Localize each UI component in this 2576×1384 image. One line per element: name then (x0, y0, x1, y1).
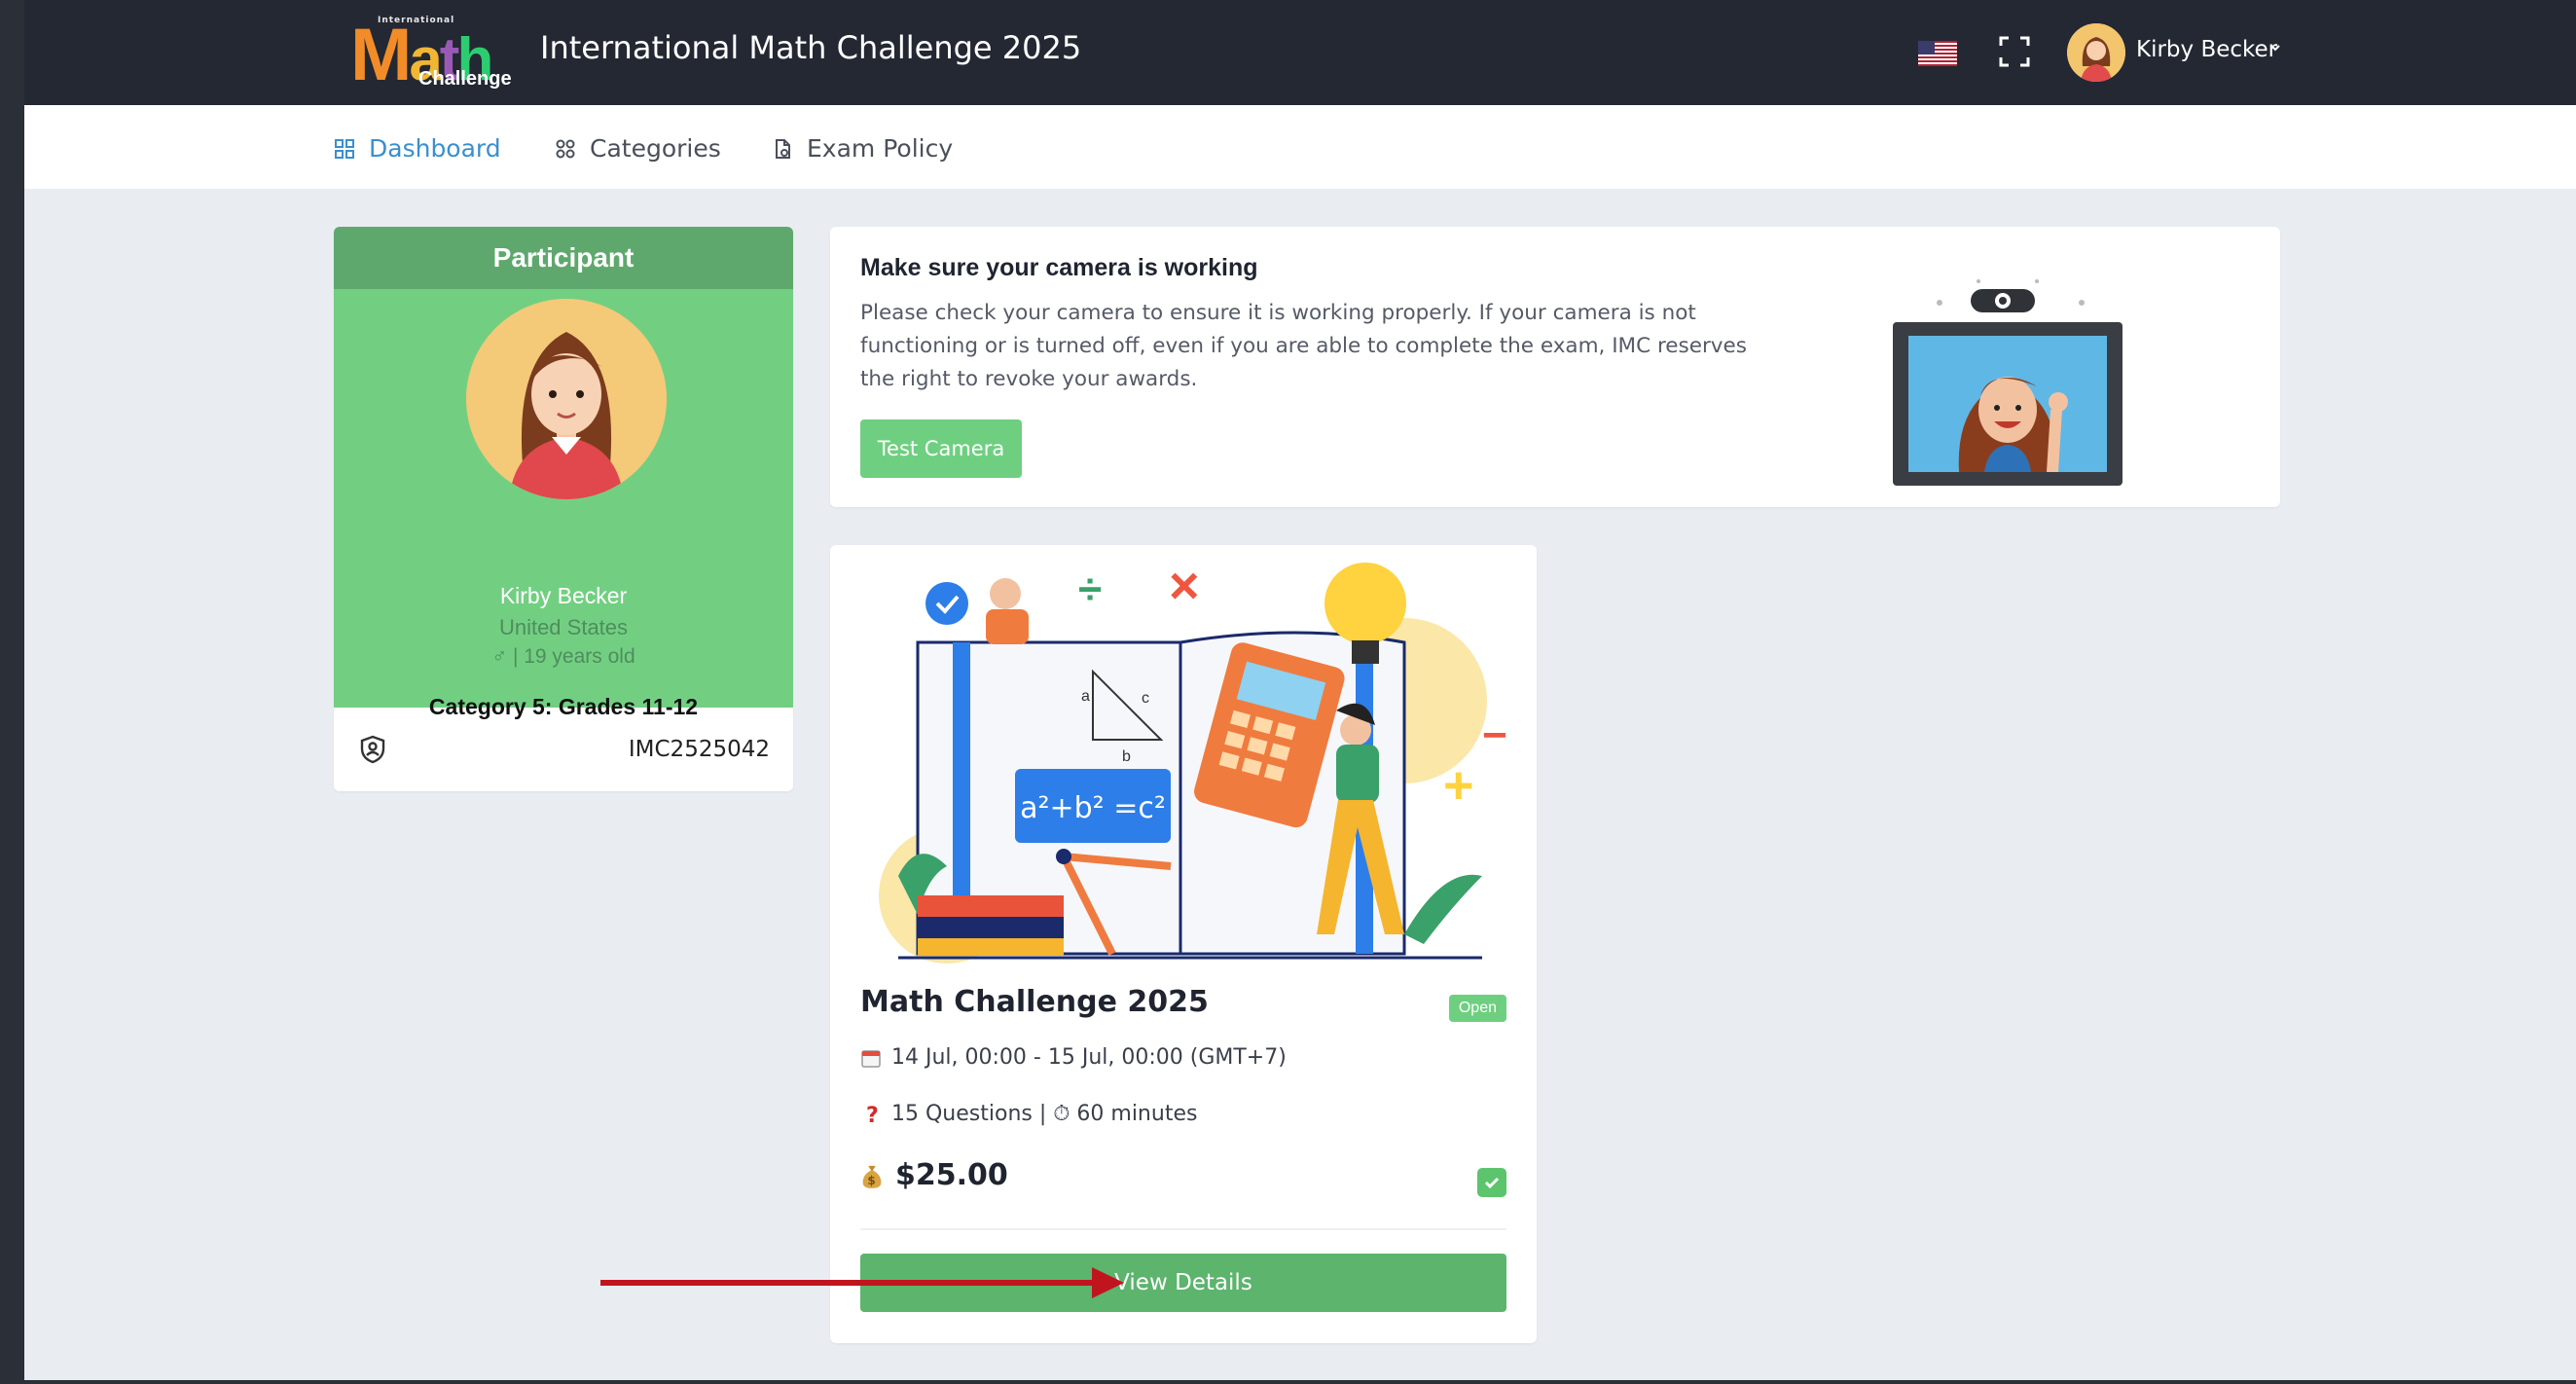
shield-user-icon (360, 735, 385, 764)
participant-footer: IMC2525042 (334, 708, 793, 791)
label-b: b (1122, 748, 1131, 765)
webcam-illustration (1893, 279, 2122, 486)
exam-details: ? 15 Questions | ⏱ 60 minutes (860, 1102, 1197, 1126)
annotation-arrow (600, 1267, 1124, 1298)
participant-meta: ♂ | 19 years old (491, 645, 635, 668)
status-badge: Open (1448, 995, 1506, 1022)
plus-symbol: + (1443, 756, 1474, 815)
camera-notice-title: Make sure your camera is working (860, 254, 1258, 281)
us-flag-icon[interactable] (1918, 41, 1957, 66)
money-bag-icon: $ (862, 1165, 882, 1188)
participant-heading: Participant (334, 227, 793, 289)
tab-categories[interactable]: Categories (555, 134, 721, 163)
minus-symbol: − (1482, 711, 1507, 759)
exam-price-value: $25.00 (895, 1158, 1008, 1192)
tab-dashboard[interactable]: Dashboard (334, 134, 501, 163)
fullscreen-icon[interactable] (1998, 35, 2031, 68)
exam-schedule-text: 14 Jul, 00:00 - 15 Jul, 00:00 (GMT+7) (891, 1045, 1287, 1070)
tab-exam-policy[interactable]: Exam Policy (772, 134, 953, 163)
top-bar: International Math Challenge Internation… (24, 0, 2576, 105)
app-title: International Math Challenge 2025 (540, 29, 1082, 66)
exam-schedule: 14 Jul, 00:00 - 15 Jul, 00:00 (GMT+7) (860, 1045, 1287, 1070)
nav-bar: Dashboard Categories Exam Policy (24, 105, 2576, 189)
svg-text:$: $ (867, 1174, 875, 1187)
camera-notice-card: Make sure your camera is working Please … (830, 227, 2280, 507)
tab-exam-policy-label: Exam Policy (807, 134, 954, 163)
label-c: c (1142, 690, 1149, 707)
camera-notice-text: Please check your camera to ensure it is… (860, 301, 1747, 391)
categories-icon (556, 139, 575, 158)
question-icon: ? (866, 1104, 879, 1125)
user-name[interactable]: Kirby Becker (2136, 37, 2277, 62)
bottom-edge (24, 1380, 2576, 1384)
logo[interactable]: International Math Challenge (350, 16, 516, 95)
participant-name: Kirby Becker (499, 583, 628, 608)
divider (860, 1228, 1506, 1230)
user-avatar[interactable] (2067, 23, 2125, 82)
exam-details-text: 15 Questions | ⏱ 60 minutes (891, 1102, 1198, 1126)
participant-id: IMC2525042 (628, 737, 770, 762)
formula-text: a²+b² =c² (1020, 791, 1166, 825)
math-illustration: a b c a²+b² =c² ÷ × − + (879, 557, 1507, 964)
exam-title: Math Challenge 2025 (860, 985, 1209, 1019)
logo-subtitle: Challenge (418, 68, 512, 90)
app-frame: International Math Challenge Internation… (24, 0, 2576, 1380)
participant-avatar (466, 299, 667, 499)
svg-text:?: ? (866, 1104, 879, 1125)
participant-country: United States (498, 615, 629, 639)
exam-card: a b c a²+b² =c² ÷ × − + Math Challenge 2… (830, 545, 1537, 1343)
chevron-down-icon[interactable] (2268, 41, 2282, 55)
participant-body: Kirby Becker United States ♂ | 19 years … (334, 289, 793, 719)
check-icon[interactable] (1477, 1168, 1506, 1197)
tab-dashboard-label: Dashboard (369, 134, 501, 163)
document-icon (776, 138, 790, 159)
tab-categories-label: Categories (590, 134, 721, 163)
calendar-icon (861, 1049, 881, 1068)
exam-price: $ $25.00 (860, 1158, 1008, 1192)
dashboard-icon (335, 138, 354, 159)
label-a: a (1081, 688, 1090, 705)
divide-symbol: ÷ (1078, 565, 1102, 613)
test-camera-button[interactable]: Test Camera (860, 419, 1022, 478)
participant-card: Participant Kirby Becker United States ♂… (334, 227, 793, 791)
times-symbol: × (1169, 557, 1200, 615)
